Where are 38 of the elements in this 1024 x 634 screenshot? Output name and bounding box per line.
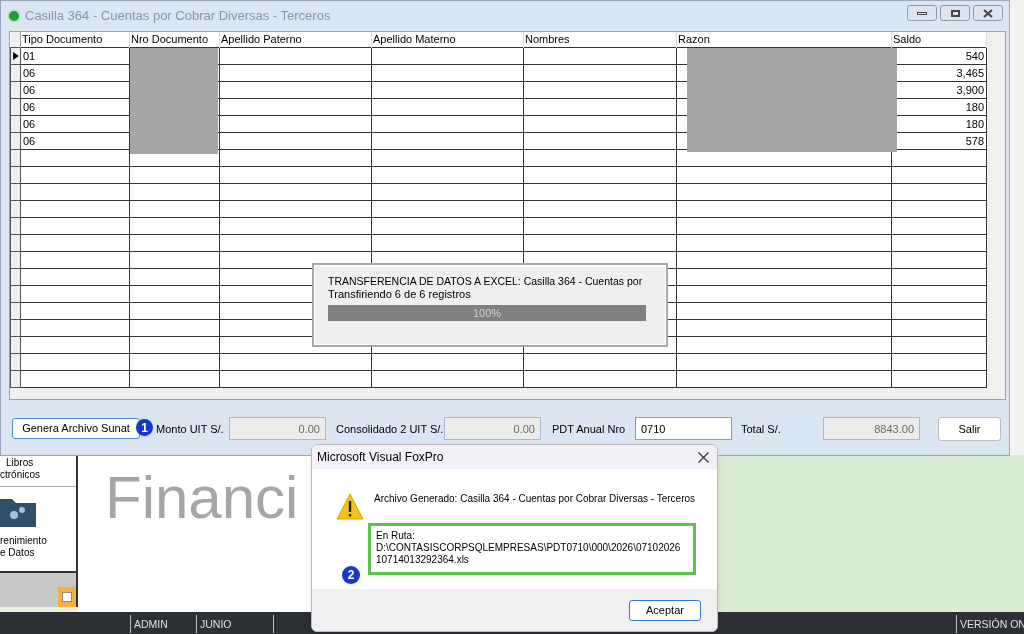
sidebar-label: Libros	[5, 457, 35, 469]
column-header[interactable]: Nombres	[523, 32, 677, 47]
exit-button[interactable]: Salir	[938, 417, 1001, 441]
table-cell: 06	[20, 115, 130, 132]
sidebar-label: ctrónicos	[0, 469, 41, 481]
table-cell: 06	[20, 98, 130, 115]
table-cell: 06	[20, 64, 130, 81]
field-label: PDT Anual Nro	[552, 422, 626, 437]
table-cell: 01	[20, 47, 130, 64]
progress-title: TRANSFERENCIA DE DATOS A EXCEL: Casilla 364 - Cuentas por	[328, 275, 643, 288]
logo-text: Financi	[105, 463, 299, 533]
column-header[interactable]: Apellido Materno	[371, 32, 524, 47]
field-label: Consolidado 2 UIT S/.	[336, 422, 444, 437]
sidebar-label: renimiento	[0, 535, 47, 547]
step-badge: 2	[342, 566, 360, 584]
column-header[interactable]: Apellido Paterno	[219, 32, 372, 47]
dialog-title: Microsoft Visual FoxPro	[317, 449, 444, 466]
column-header[interactable]: Saldo	[891, 32, 987, 47]
field-label: Monto UIT S/.	[156, 422, 224, 437]
table-cell: 06	[20, 132, 130, 149]
generate-file-button[interactable]: Genera Archivo Sunat	[12, 418, 140, 439]
field-label: Total S/.	[741, 422, 781, 437]
accept-button[interactable]: Aceptar	[629, 599, 701, 621]
file-path: D:\CONTASISCORPSQLEMPRESAS\PDT0710\000\2026\07102026 10714013292364.xls	[376, 542, 682, 566]
progress-percentage: 100%	[471, 307, 503, 320]
status-text: ADMIN	[130, 615, 168, 633]
dialog-message: Archivo Generado: Casilla 364 - Cuentas por Cobrar Diversas - Terceros	[374, 493, 697, 505]
step-badge: 1	[136, 419, 153, 436]
table-cell: 06	[20, 81, 130, 98]
column-header[interactable]: Razon	[676, 32, 892, 47]
path-label: En Ruta:	[376, 530, 416, 542]
progress-status: Transfiriendo 6 de 6 registros	[328, 288, 472, 301]
column-header[interactable]: Tipo Documento	[20, 32, 130, 47]
status-text: JUNIO	[196, 615, 232, 633]
column-header[interactable]: Nro Documento	[129, 32, 220, 47]
sidebar-label: e Datos	[0, 547, 35, 559]
window-title: Casilla 364 - Cuentas por Cobrar Diversas - Terceros	[25, 7, 331, 26]
input-field[interactable]: 0710	[635, 417, 732, 440]
